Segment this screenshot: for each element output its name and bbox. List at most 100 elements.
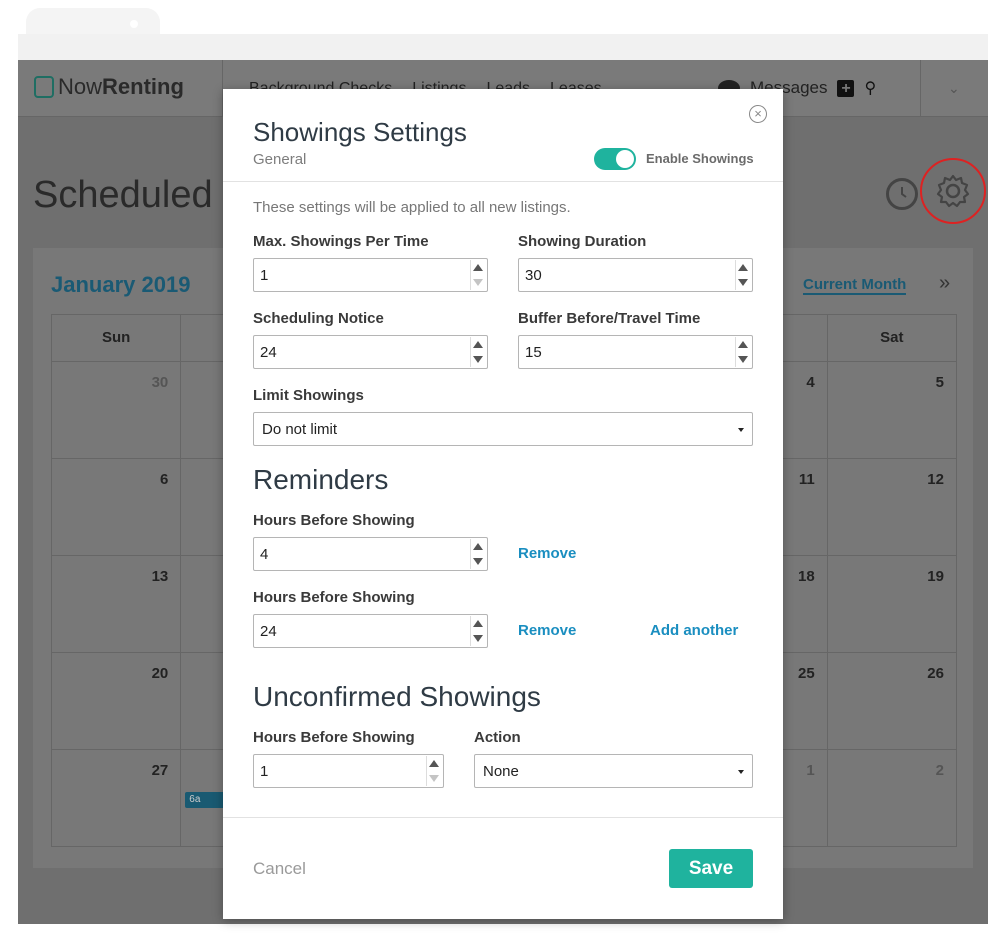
number-stepper[interactable]	[735, 260, 750, 290]
day-number: 12	[927, 471, 944, 488]
limit-label: Limit Showings	[253, 387, 364, 404]
number-stepper[interactable]	[470, 260, 485, 290]
notice-input[interactable]: 24	[253, 335, 488, 369]
nav-divider	[920, 60, 921, 116]
day-cell[interactable]: 26	[828, 653, 956, 749]
current-month-button[interactable]: Current Month	[803, 276, 907, 295]
stepper-up-icon[interactable]	[473, 543, 483, 550]
number-stepper[interactable]	[426, 756, 441, 786]
stepper-down-icon[interactable]	[738, 356, 748, 363]
unconfirmed-hours-input[interactable]: 1	[253, 754, 444, 788]
day-number: 11	[798, 471, 815, 488]
browser-toolbar	[18, 34, 988, 60]
day-number: 30	[151, 374, 169, 391]
stepper-down-icon[interactable]	[473, 558, 483, 565]
clock-icon[interactable]	[886, 178, 918, 210]
day-number: 2	[935, 762, 944, 779]
day-number: 1	[806, 762, 815, 779]
input-value: 30	[525, 267, 542, 284]
day-number: 4	[806, 374, 815, 391]
logo-text: NowRenting	[58, 74, 184, 99]
modal-header: Showings Settings General × Enable Showi…	[223, 89, 783, 182]
notice-label: Scheduling Notice	[253, 310, 384, 327]
day-cell[interactable]: 5	[828, 362, 956, 458]
settings-highlight	[920, 158, 986, 224]
reminder-hours-input[interactable]: 24	[253, 614, 488, 648]
number-stepper[interactable]	[735, 337, 750, 367]
chevron-down-icon[interactable]: ⌄	[948, 80, 960, 97]
reminder-hours-label: Hours Before Showing	[253, 589, 415, 606]
event-chip[interactable]: 6a	[185, 792, 226, 808]
plus-icon[interactable]: +	[837, 79, 855, 97]
enable-showings-toggle[interactable]	[594, 148, 636, 170]
chevron-double-right-icon[interactable]: »	[939, 272, 950, 295]
day-header: Sat	[880, 329, 904, 346]
stepper-down-icon[interactable]	[473, 279, 483, 286]
number-stepper[interactable]	[470, 616, 485, 646]
day-number: 26	[927, 665, 944, 682]
caret-down-icon	[738, 428, 744, 432]
duration-input[interactable]: 30	[518, 258, 753, 292]
page-title: Scheduled S	[33, 174, 249, 216]
stepper-down-icon[interactable]	[429, 775, 439, 782]
day-cell[interactable]: 13	[52, 556, 182, 652]
day-number: 13	[151, 568, 169, 585]
day-cell[interactable]: 20	[52, 653, 182, 749]
day-header: Sun	[52, 315, 182, 361]
action-select[interactable]: None	[474, 754, 753, 788]
stepper-down-icon[interactable]	[738, 279, 748, 286]
modal-footer-divider	[223, 817, 783, 818]
input-value: 24	[260, 344, 277, 361]
number-stepper[interactable]	[470, 539, 485, 569]
day-number: 25	[798, 665, 815, 682]
day-cell[interactable]: 2	[828, 750, 956, 846]
reminder-hours-label: Hours Before Showing	[253, 512, 415, 529]
close-icon[interactable]: ×	[749, 105, 767, 123]
buffer-input[interactable]: 15	[518, 335, 753, 369]
tab-indicator	[130, 20, 138, 28]
add-reminder-button[interactable]: Add another	[650, 622, 738, 639]
input-value: 15	[525, 344, 542, 361]
select-value: None	[483, 763, 519, 780]
unconfirmed-title: Unconfirmed Showings	[253, 681, 541, 712]
max-showings-input[interactable]: 1	[253, 258, 488, 292]
stepper-up-icon[interactable]	[473, 620, 483, 627]
number-stepper[interactable]	[470, 337, 485, 367]
limit-select[interactable]: Do not limit	[253, 412, 753, 446]
remove-reminder-button[interactable]: Remove	[518, 545, 576, 562]
stepper-up-icon[interactable]	[473, 341, 483, 348]
stepper-down-icon[interactable]	[473, 635, 483, 642]
max-showings-label: Max. Showings Per Time	[253, 233, 429, 250]
stepper-up-icon[interactable]	[473, 264, 483, 271]
stepper-up-icon[interactable]	[738, 341, 748, 348]
remove-reminder-button[interactable]: Remove	[518, 622, 576, 639]
stepper-up-icon[interactable]	[738, 264, 748, 271]
reminder-hours-input[interactable]: 4	[253, 537, 488, 571]
input-value: 1	[260, 267, 269, 284]
cancel-button[interactable]: Cancel	[253, 859, 306, 879]
day-number: 19	[927, 568, 944, 585]
day-cell[interactable]: 27	[52, 750, 182, 846]
input-value: 24	[260, 623, 277, 640]
settings-intro: These settings will be applied to all ne…	[253, 199, 571, 216]
day-cell[interactable]: 30	[52, 362, 182, 458]
stepper-up-icon[interactable]	[429, 760, 439, 767]
buffer-label: Buffer Before/Travel Time	[518, 310, 701, 327]
save-button[interactable]: Save	[669, 849, 753, 888]
logo[interactable]: NowRenting	[34, 74, 184, 100]
day-cell[interactable]: 6	[52, 459, 182, 555]
day-number: 27	[151, 762, 169, 779]
gear-icon[interactable]	[935, 173, 971, 209]
day-cell[interactable]: 12	[828, 459, 956, 555]
calendar-month-title: January 2019	[51, 272, 191, 297]
caret-down-icon	[738, 770, 744, 774]
browser-chrome	[0, 0, 1006, 60]
day-cell[interactable]: 19	[828, 556, 956, 652]
stepper-down-icon[interactable]	[473, 356, 483, 363]
action-label: Action	[474, 729, 521, 746]
day-number: 20	[151, 665, 169, 682]
reminders-title: Reminders	[253, 464, 389, 495]
modal-subtitle: General	[253, 151, 307, 168]
search-icon[interactable]: ⚲	[864, 78, 876, 98]
logo-house-icon	[34, 76, 54, 98]
